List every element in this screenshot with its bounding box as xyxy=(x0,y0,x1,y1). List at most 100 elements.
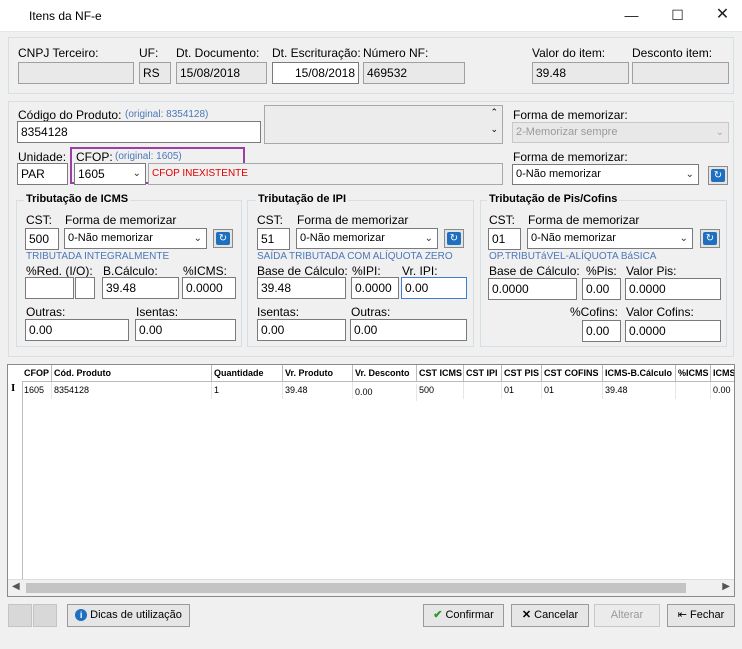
ipi-cst-field[interactable]: 51 xyxy=(257,228,290,250)
product-description-box[interactable]: ⌃ ⌄ xyxy=(264,105,503,144)
cancelar-button[interactable]: ✕ Cancelar xyxy=(511,604,589,627)
uf-field[interactable]: RS xyxy=(139,62,171,84)
icms-red-in-field[interactable] xyxy=(25,277,74,299)
close-icon[interactable]: ✕ xyxy=(700,0,742,30)
table-cell[interactable]: 8354128 xyxy=(52,382,212,399)
pis-valor-field[interactable]: 0.0000 xyxy=(625,278,721,300)
icms-memorizar-select[interactable]: 0-Não memorizar ⌄ xyxy=(64,228,207,249)
chevron-down-icon: ⌄ xyxy=(424,233,433,244)
col-header-cst-ipi[interactable]: CST IPI xyxy=(464,365,502,382)
ipi-cst-label: CST: xyxy=(257,213,284,227)
dt-documento-field[interactable]: 15/08/2018 xyxy=(176,62,267,84)
cofins-pct-field[interactable]: 0.00 xyxy=(582,320,621,342)
ipi-pct-field[interactable]: 0.0000 xyxy=(351,277,399,299)
title-bar: Itens da NF-e — ☐ ✕ xyxy=(0,0,742,32)
numero-nf-field[interactable]: 469532 xyxy=(363,62,465,84)
memorizar-cfop-label: Forma de memorizar: xyxy=(513,150,628,164)
pis-pct-field[interactable]: 0.00 xyxy=(582,278,621,300)
horizontal-scrollbar[interactable]: ◀ ▶ xyxy=(8,579,734,596)
memorizar-produto-value: 2-Memorizar sempre xyxy=(516,126,618,138)
icms-red-out-field[interactable] xyxy=(75,277,95,299)
icms-outras-field[interactable]: 0.00 xyxy=(25,319,129,341)
desconto-item-field[interactable] xyxy=(632,62,729,84)
table-cell[interactable] xyxy=(464,382,502,399)
table-cell[interactable]: 0.00 xyxy=(353,384,417,401)
scroll-left-icon[interactable]: ◀ xyxy=(12,581,20,592)
minimize-icon[interactable]: — xyxy=(609,0,654,30)
table-cell[interactable]: 01 xyxy=(502,382,542,399)
scroll-up-icon[interactable]: ⌃ xyxy=(490,107,498,118)
table-cell[interactable]: 500 xyxy=(417,382,464,399)
scroll-down-icon[interactable]: ⌄ xyxy=(490,124,498,135)
refresh-cfop-button[interactable]: ↻ xyxy=(708,166,728,185)
piscofins-desc: OP.TRIBUTáVEL-ALÍQUOTA BáSICA xyxy=(489,251,657,262)
cnpj-field[interactable] xyxy=(18,62,134,84)
ipi-bc-label: Base de Cálculo: xyxy=(257,264,348,278)
confirmar-button[interactable]: ✔ Confirmar xyxy=(423,604,504,627)
icms-cst-field[interactable]: 500 xyxy=(25,228,59,250)
codigo-produto-field[interactable]: 8354128 xyxy=(17,121,261,143)
cofins-valor-label: Valor Cofins: xyxy=(626,305,694,319)
icms-red-label: %Red. (I/O): xyxy=(26,264,93,278)
col-header-icms-bc[interactable]: ICMS-B.Cálculo xyxy=(603,365,676,382)
status-panel-2 xyxy=(33,604,57,627)
fechar-button[interactable]: ⇤ Fechar xyxy=(667,604,735,627)
table-cell[interactable]: 1 xyxy=(212,382,283,399)
icms-pct-label: %ICMS: xyxy=(183,264,228,278)
exit-door-icon: ⇤ xyxy=(677,609,687,621)
alterar-button[interactable]: Alterar xyxy=(594,604,660,627)
icms-title: Tributação de ICMS xyxy=(24,193,131,205)
table-cell[interactable] xyxy=(676,382,711,399)
icms-outras-label: Outras: xyxy=(26,305,66,319)
col-header-cst-icms[interactable]: CST ICMS xyxy=(417,365,464,382)
text-cursor-icon: I xyxy=(11,382,16,394)
numero-nf-label: Número NF: xyxy=(363,46,429,60)
table-cell[interactable]: 01 xyxy=(542,382,603,399)
icms-isentas-field[interactable]: 0.00 xyxy=(135,319,236,341)
cofins-valor-field[interactable]: 0.0000 xyxy=(625,320,721,342)
dicas-button[interactable]: i Dicas de utilização xyxy=(67,604,190,627)
ipi-vr-field[interactable]: 0.00 xyxy=(401,277,467,299)
pis-valor-label: Valor Pis: xyxy=(626,264,677,278)
col-header-pct-icms[interactable]: %ICMS xyxy=(676,365,711,382)
cfop-select[interactable]: 1605 ⌄ xyxy=(74,163,146,185)
chevron-down-icon: ⌄ xyxy=(679,233,688,244)
scroll-right-icon[interactable]: ▶ xyxy=(722,581,730,592)
table-cell[interactable]: 0.00 xyxy=(711,382,734,399)
desconto-item-label: Desconto item: xyxy=(632,46,713,60)
piscofins-bc-field[interactable]: 0.0000 xyxy=(488,278,577,300)
table-cell[interactable]: 39.48 xyxy=(283,382,353,399)
col-header-cfop[interactable]: CFOP xyxy=(22,365,52,382)
memorizar-produto-select[interactable]: 2-Memorizar sempre ⌄ xyxy=(512,122,729,143)
icms-pct-field[interactable]: 0.0000 xyxy=(182,277,236,299)
ipi-memorizar-label: Forma de memorizar xyxy=(297,213,409,227)
col-header-icms[interactable]: ICMS xyxy=(711,365,734,382)
ipi-memorizar-value: 0-Não memorizar xyxy=(300,232,385,244)
items-grid[interactable]: I CFOP Cód. Produto Quantidade Vr. Produ… xyxy=(7,364,735,597)
col-header-vr-desconto[interactable]: Vr. Desconto xyxy=(353,365,417,382)
piscofins-cst-field[interactable]: 01 xyxy=(488,228,521,250)
ipi-outras-field[interactable]: 0.00 xyxy=(350,319,467,341)
col-header-cst-cofins[interactable]: CST COFINS xyxy=(542,365,603,382)
col-header-cst-pis[interactable]: CST PIS xyxy=(502,365,542,382)
ipi-bc-field[interactable]: 39.48 xyxy=(257,277,346,299)
table-cell[interactable]: 39.48 xyxy=(603,382,676,399)
piscofins-memorizar-select[interactable]: 0-Não memorizar ⌄ xyxy=(527,228,693,249)
unidade-field[interactable]: PAR xyxy=(17,163,68,185)
col-header-cod-produto[interactable]: Cód. Produto xyxy=(52,365,212,382)
icms-bc-field[interactable]: 39.48 xyxy=(102,277,179,299)
memorizar-cfop-select[interactable]: 0-Não memorizar ⌄ xyxy=(512,164,699,185)
dt-escrituracao-field[interactable]: 15/08/2018 xyxy=(272,62,359,84)
valor-item-field[interactable]: 39.48 xyxy=(532,62,629,84)
ipi-memorizar-select[interactable]: 0-Não memorizar ⌄ xyxy=(296,228,438,249)
col-header-vr-produto[interactable]: Vr. Produto xyxy=(283,365,353,382)
table-cell[interactable]: 1605 xyxy=(22,382,52,399)
scrollbar-thumb[interactable] xyxy=(26,583,686,593)
maximize-icon[interactable]: ☐ xyxy=(655,0,700,30)
ipi-isentas-field[interactable]: 0.00 xyxy=(257,319,346,341)
col-header-quantidade[interactable]: Quantidade xyxy=(212,365,283,382)
piscofins-refresh-button[interactable]: ↻ xyxy=(700,229,720,248)
icms-refresh-button[interactable]: ↻ xyxy=(213,229,233,248)
ipi-refresh-button[interactable]: ↻ xyxy=(444,229,464,248)
window-title: Itens da NF-e xyxy=(29,9,102,23)
